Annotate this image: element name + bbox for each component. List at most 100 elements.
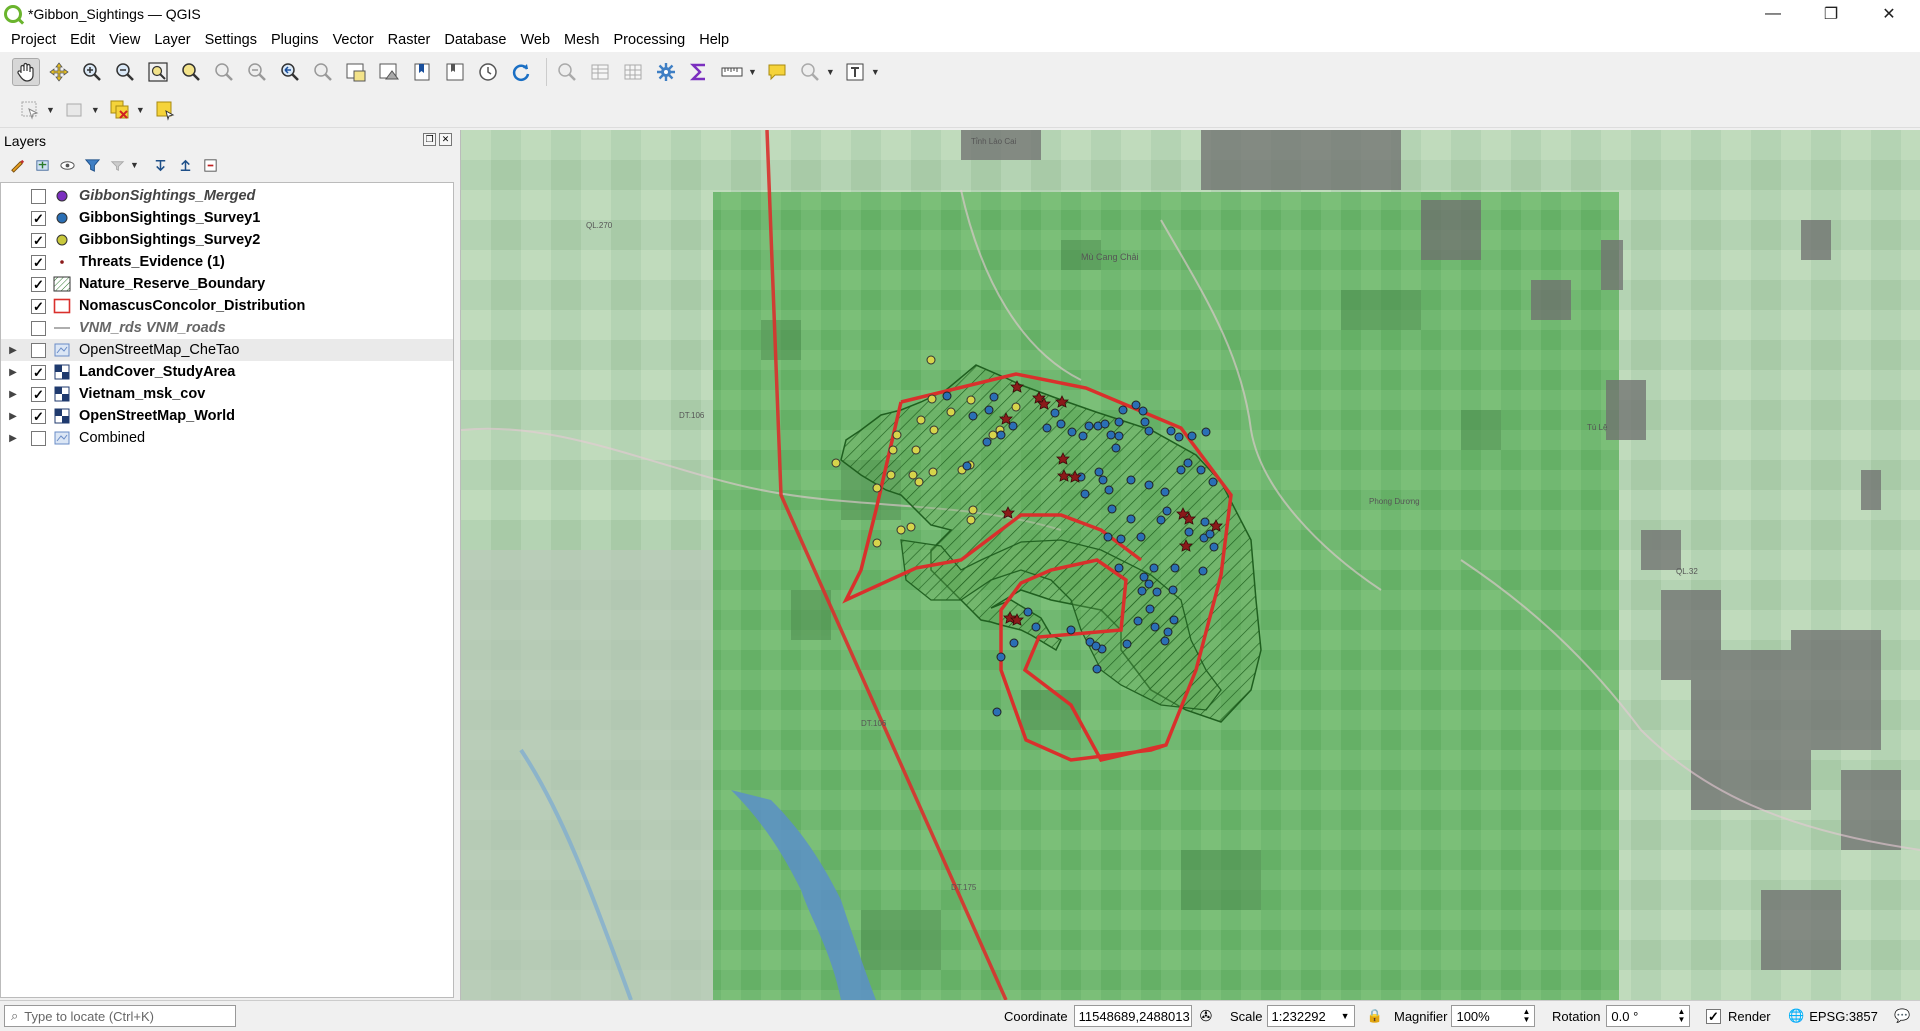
- menu-web[interactable]: Web: [513, 32, 557, 48]
- expand-arrow-icon[interactable]: ▶: [1, 433, 25, 444]
- map-render[interactable]: Tỉnh Lào Cai QL.270 DT.106 Mù Cang Chải …: [461, 130, 1920, 1000]
- menu-raster[interactable]: Raster: [381, 32, 438, 48]
- magnifier-spinbox[interactable]: 100% ▲ ▼: [1451, 1005, 1536, 1027]
- filter-by-expression-icon[interactable]: [108, 156, 127, 175]
- select-value-dropdown-arrow-icon[interactable]: ▼: [91, 105, 100, 115]
- open-attribute-table-icon[interactable]: [586, 58, 614, 86]
- expand-arrow-icon[interactable]: ▶: [1, 345, 25, 356]
- layer-row-openstreetmap-world[interactable]: ▶ ✓ OpenStreetMap_World: [1, 405, 453, 427]
- measure-line-icon[interactable]: [718, 58, 746, 86]
- pan-to-selection-icon[interactable]: [45, 58, 73, 86]
- toggle-extents-icon[interactable]: ✇: [1200, 1007, 1213, 1025]
- layer-row-threats-evidence[interactable]: ✓ Threats_Evidence (1): [1, 251, 453, 273]
- layer-visibility-checkbox[interactable]: [31, 342, 46, 358]
- menu-help[interactable]: Help: [692, 32, 736, 48]
- zoom-to-selection-icon[interactable]: [177, 58, 205, 86]
- statistical-summary-icon[interactable]: [685, 58, 713, 86]
- rotation-spinbox[interactable]: 0.0 ° ▲ ▼: [1606, 1005, 1691, 1027]
- layer-visibility-checkbox[interactable]: ✓: [31, 298, 46, 314]
- layer-row-gibbonsightings-survey1[interactable]: ✓ GibbonSightings_Survey1: [1, 207, 453, 229]
- restore-button[interactable]: ❐: [1802, 0, 1860, 28]
- zoom-in-icon[interactable]: [78, 58, 106, 86]
- expand-arrow-icon[interactable]: ▶: [1, 389, 25, 400]
- layer-visibility-checkbox[interactable]: [31, 188, 46, 204]
- locator-icon[interactable]: [796, 58, 824, 86]
- layer-visibility-checkbox[interactable]: ✓: [31, 232, 46, 248]
- processing-toolbox-icon[interactable]: [652, 58, 680, 86]
- zoom-to-layer-icon[interactable]: [210, 58, 238, 86]
- close-button[interactable]: ✕: [1860, 0, 1918, 28]
- zoom-last-icon[interactable]: [276, 58, 304, 86]
- layer-visibility-checkbox[interactable]: ✓: [31, 276, 46, 292]
- menu-view[interactable]: View: [102, 32, 147, 48]
- layer-visibility-checkbox[interactable]: ✓: [31, 254, 46, 270]
- messages-icon[interactable]: 💬: [1894, 1005, 1910, 1027]
- measure-dropdown-arrow-icon[interactable]: ▼: [748, 67, 757, 77]
- layer-visibility-checkbox[interactable]: ✓: [31, 386, 46, 402]
- minimize-button[interactable]: —: [1744, 0, 1802, 28]
- annotation-dropdown-arrow-icon[interactable]: ▼: [871, 67, 880, 77]
- menu-vector[interactable]: Vector: [326, 32, 381, 48]
- layer-row-vnm-roads[interactable]: VNM_rds VNM_roads: [1, 317, 453, 339]
- collapse-all-icon[interactable]: [176, 156, 195, 175]
- new-bookmark-icon[interactable]: [408, 58, 436, 86]
- locator-search-box[interactable]: ⌕ Type to locate (Ctrl+K): [4, 1005, 236, 1027]
- lock-scale-icon[interactable]: 🔒: [1367, 1008, 1383, 1024]
- new-map-view-icon[interactable]: [342, 58, 370, 86]
- select-location-icon[interactable]: [151, 96, 179, 124]
- map-canvas[interactable]: Tỉnh Lào Cai QL.270 DT.106 Mù Cang Chải …: [460, 130, 1920, 1000]
- filter-dropdown-arrow-icon[interactable]: ▼: [130, 160, 139, 170]
- remove-layer-icon[interactable]: [201, 156, 220, 175]
- select-by-value-icon[interactable]: [61, 96, 89, 124]
- expand-arrow-icon[interactable]: ▶: [1, 411, 25, 422]
- expand-all-icon[interactable]: [151, 156, 170, 175]
- select-dropdown-arrow-icon[interactable]: ▼: [46, 105, 55, 115]
- layer-row-combined[interactable]: ▶ Combined: [1, 427, 453, 449]
- layer-row-vietnam-msk-cov[interactable]: ▶ ✓ Vietnam_msk_cov: [1, 383, 453, 405]
- pan-map-icon[interactable]: [12, 58, 40, 86]
- layer-row-landcover-studyarea[interactable]: ▶ ✓ LandCover_StudyArea: [1, 361, 453, 383]
- layer-row-nature-reserve-boundary[interactable]: ✓ Nature_Reserve_Boundary: [1, 273, 453, 295]
- render-checkbox[interactable]: ✓: [1706, 1008, 1721, 1024]
- select-features-icon[interactable]: [16, 96, 44, 124]
- layer-visibility-checkbox[interactable]: [31, 430, 46, 446]
- menu-layer[interactable]: Layer: [147, 32, 197, 48]
- menu-database[interactable]: Database: [437, 32, 513, 48]
- add-group-icon[interactable]: [33, 156, 52, 175]
- identify-features-icon[interactable]: [553, 58, 581, 86]
- zoom-native-icon[interactable]: [243, 58, 271, 86]
- layer-visibility-checkbox[interactable]: ✓: [31, 210, 46, 226]
- float-panel-icon[interactable]: ❐: [423, 133, 436, 146]
- crs-label[interactable]: EPSG:3857: [1809, 1009, 1878, 1024]
- layer-row-gibbonsightings-merged[interactable]: GibbonSightings_Merged: [1, 185, 453, 207]
- zoom-out-icon[interactable]: [111, 58, 139, 86]
- layer-visibility-checkbox[interactable]: [31, 320, 46, 336]
- scale-combobox[interactable]: 1:232292 ▼: [1266, 1005, 1355, 1027]
- temporal-controller-icon[interactable]: [474, 58, 502, 86]
- layer-visibility-checkbox[interactable]: ✓: [31, 364, 46, 380]
- field-calculator-icon[interactable]: [619, 58, 647, 86]
- layer-row-nomascus-concolor-distribution[interactable]: ✓ NomascusConcolor_Distribution: [1, 295, 453, 317]
- layer-visibility-checkbox[interactable]: ✓: [31, 408, 46, 424]
- filter-legend-icon[interactable]: [83, 156, 102, 175]
- layer-row-openstreetmap-chetao[interactable]: ▶ OpenStreetMap_CheTao: [1, 339, 453, 361]
- menu-plugins[interactable]: Plugins: [264, 32, 326, 48]
- zoom-full-icon[interactable]: [144, 58, 172, 86]
- menu-mesh[interactable]: Mesh: [557, 32, 606, 48]
- text-annotation-icon[interactable]: [841, 58, 869, 86]
- menu-settings[interactable]: Settings: [198, 32, 264, 48]
- crs-group[interactable]: 🌐 EPSG:3857: [1788, 1005, 1878, 1027]
- new-3d-view-icon[interactable]: [375, 58, 403, 86]
- show-bookmarks-icon[interactable]: [441, 58, 469, 86]
- refresh-icon[interactable]: [507, 58, 535, 86]
- expand-arrow-icon[interactable]: ▶: [1, 367, 25, 378]
- map-tips-icon[interactable]: [763, 58, 791, 86]
- layer-row-gibbonsightings-survey2[interactable]: ✓ GibbonSightings_Survey2: [1, 229, 453, 251]
- deselect-dropdown-arrow-icon[interactable]: ▼: [136, 105, 145, 115]
- zoom-next-icon[interactable]: [309, 58, 337, 86]
- locator-dropdown-arrow-icon[interactable]: ▼: [826, 67, 835, 77]
- coordinate-field[interactable]: 11548689,2488013: [1073, 1005, 1192, 1027]
- menu-edit[interactable]: Edit: [63, 32, 102, 48]
- open-layer-styling-icon[interactable]: [8, 156, 27, 175]
- deselect-all-icon[interactable]: [106, 96, 134, 124]
